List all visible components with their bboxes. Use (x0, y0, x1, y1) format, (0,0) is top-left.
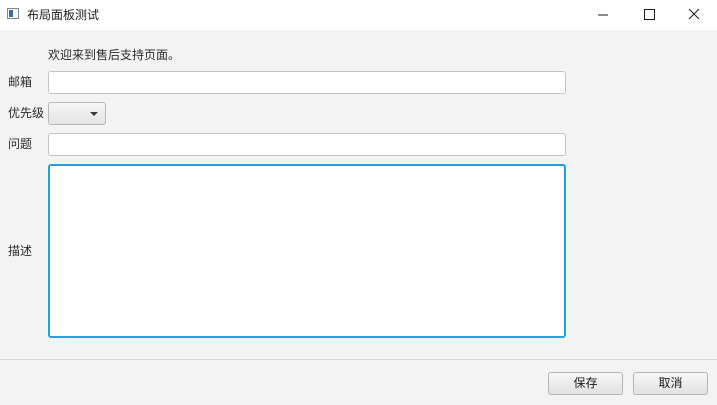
priority-label: 优先级 (8, 106, 45, 120)
minimize-button[interactable] (580, 0, 626, 30)
minimize-icon (598, 14, 608, 16)
app-icon (7, 8, 19, 19)
email-label: 邮箱 (8, 75, 33, 89)
chevron-down-icon (90, 112, 98, 116)
title-bar[interactable]: 布局面板测试 (0, 0, 717, 30)
email-field[interactable] (48, 71, 566, 94)
welcome-message: 欢迎来到售后支持页面。 (48, 48, 181, 62)
description-label: 描述 (8, 244, 33, 258)
description-textarea[interactable] (48, 164, 566, 338)
question-field[interactable] (48, 133, 566, 156)
question-label: 问题 (8, 137, 33, 151)
maximize-button[interactable] (626, 0, 672, 30)
save-button[interactable]: 保存 (548, 372, 623, 395)
close-button[interactable] (671, 0, 717, 30)
app-window: 布局面板测试 欢迎来到售后支持页面。 邮箱 优先级 问题 描述 保存 取消 (0, 0, 717, 405)
maximize-icon (644, 9, 655, 20)
priority-select[interactable] (48, 102, 106, 125)
close-icon (688, 8, 700, 20)
footer-divider (0, 359, 717, 360)
window-title: 布局面板测试 (27, 8, 100, 22)
cancel-button[interactable]: 取消 (633, 372, 708, 395)
